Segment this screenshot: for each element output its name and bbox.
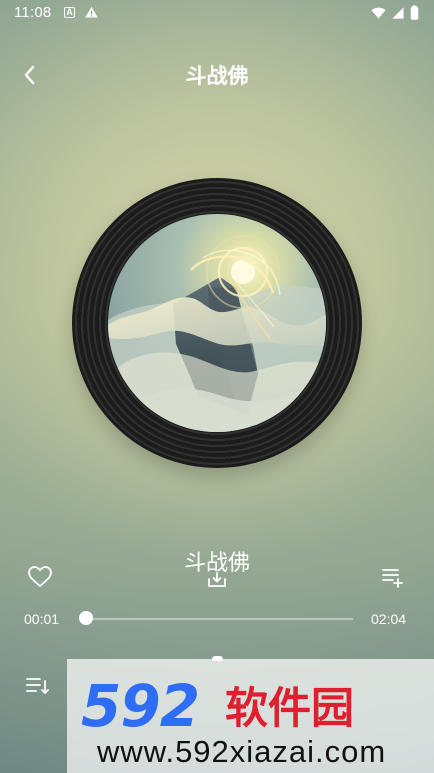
warning-icon [85, 6, 98, 18]
vinyl-record [72, 178, 362, 468]
watermark-overlay: 592 软件园 www.592xiazai.com [67, 659, 434, 773]
add-to-playlist-button[interactable] [380, 565, 404, 589]
music-player-screen: 11:08 A 斗战佛 斗战佛 00:01 02:04 592 软件园 www.… [0, 0, 434, 773]
back-button[interactable] [14, 59, 46, 91]
watermark-logo: 592 软件园 www.592xiazai.com [81, 672, 386, 769]
download-icon [208, 572, 226, 587]
signal-icon [392, 7, 404, 19]
watermark-logo-number: 592 [81, 672, 199, 740]
progress-track[interactable] [84, 618, 353, 620]
watermark-url: www.592xiazai.com [96, 734, 386, 769]
heart-icon [28, 566, 52, 587]
queue-button[interactable] [24, 674, 50, 698]
current-time: 00:01 [24, 611, 60, 627]
download-button[interactable] [205, 571, 229, 589]
album-cover-art [108, 214, 326, 432]
page-title: 斗战佛 [185, 64, 249, 88]
queue-icon [26, 678, 49, 694]
status-time: 11:08 [14, 4, 52, 21]
playlist-add-icon [382, 569, 403, 588]
progress-area: 00:01 02:04 [0, 604, 434, 634]
svg-text:软件园: 软件园 [225, 684, 354, 734]
battery-icon [410, 5, 419, 20]
back-icon [24, 65, 35, 85]
top-bar: 斗战佛 [0, 46, 434, 104]
total-duration: 02:04 [371, 611, 407, 627]
album-cover [108, 214, 326, 432]
status-a-icon: A [64, 7, 75, 18]
favorite-button[interactable] [26, 563, 54, 591]
wifi-icon [371, 7, 386, 19]
status-bar: 11:08 A [0, 0, 434, 26]
progress-thumb[interactable] [79, 611, 94, 625]
